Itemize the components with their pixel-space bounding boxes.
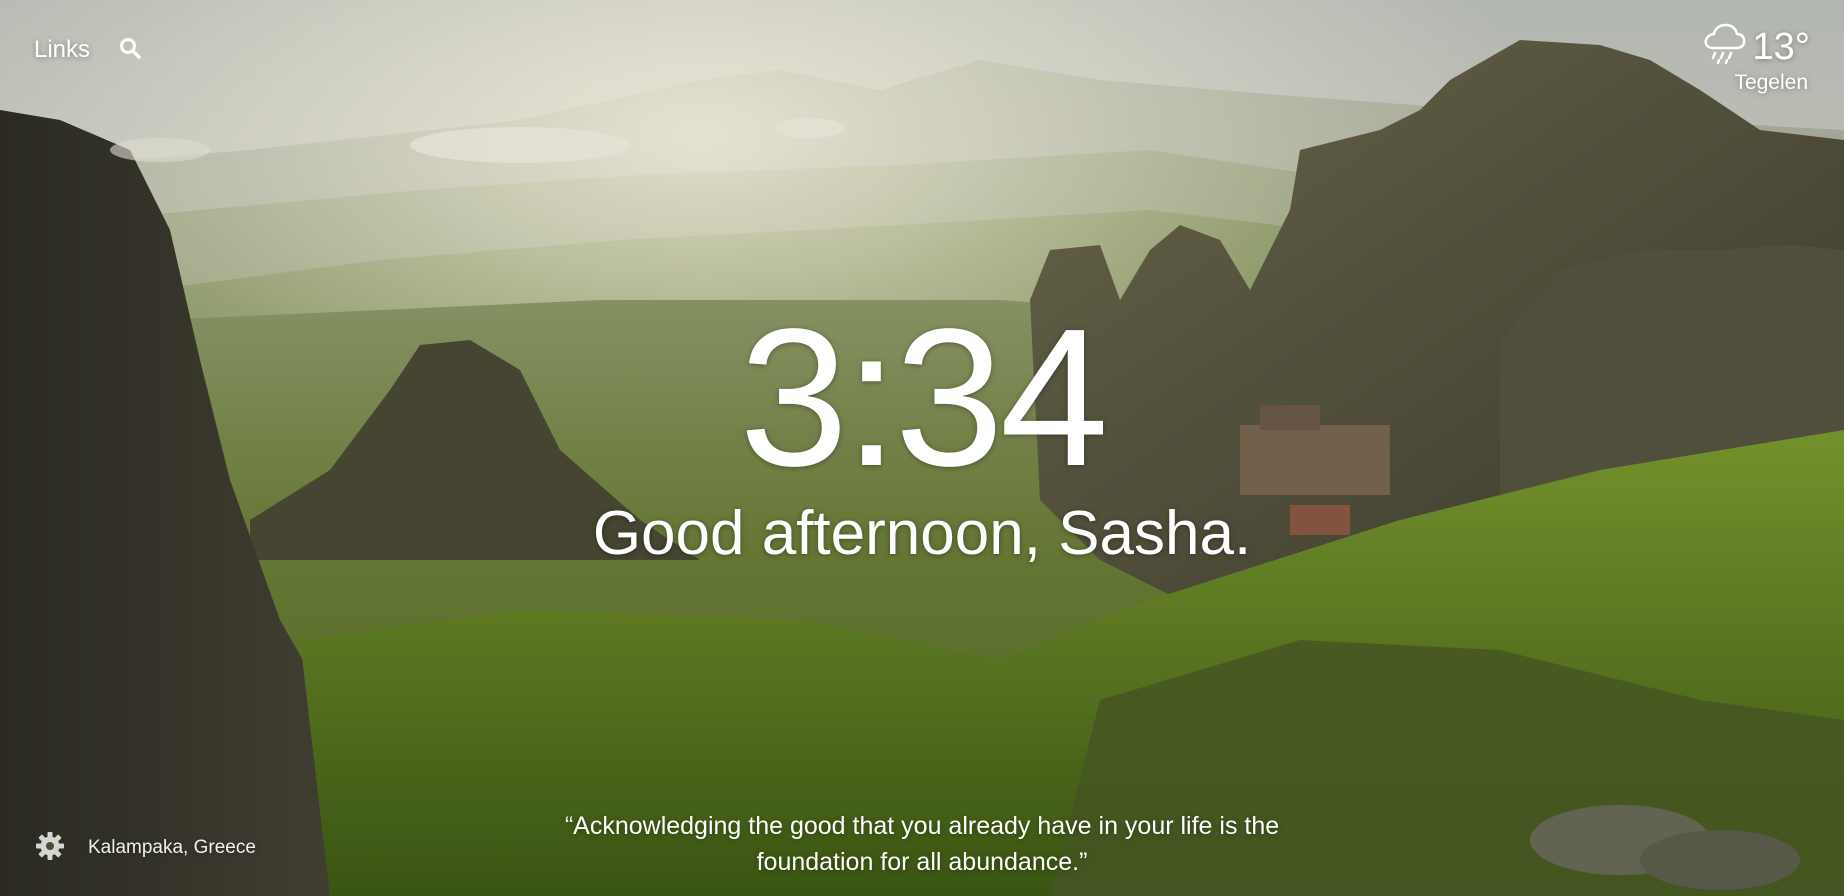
center-content: 3:34 Good afternoon, Sasha. [0,300,1844,570]
weather-temperature: 13° [1752,25,1810,68]
search-icon [118,36,142,65]
search-button[interactable] [116,36,144,64]
quote-text[interactable]: “Acknowledging the good that you already… [562,808,1282,880]
top-left-bar: Links [34,36,144,64]
greeting[interactable]: Good afternoon, Sasha. [0,498,1844,570]
weather-widget[interactable]: 13° Tegelen [1701,22,1810,95]
rain-cloud-icon [1701,22,1747,71]
links-button[interactable]: Links [34,36,90,64]
weather-row: 13° [1701,22,1810,71]
weather-location: Tegelen [1734,71,1808,94]
clock-time: 3:34 [739,288,1108,507]
quote-container: “Acknowledging the good that you already… [0,808,1844,880]
